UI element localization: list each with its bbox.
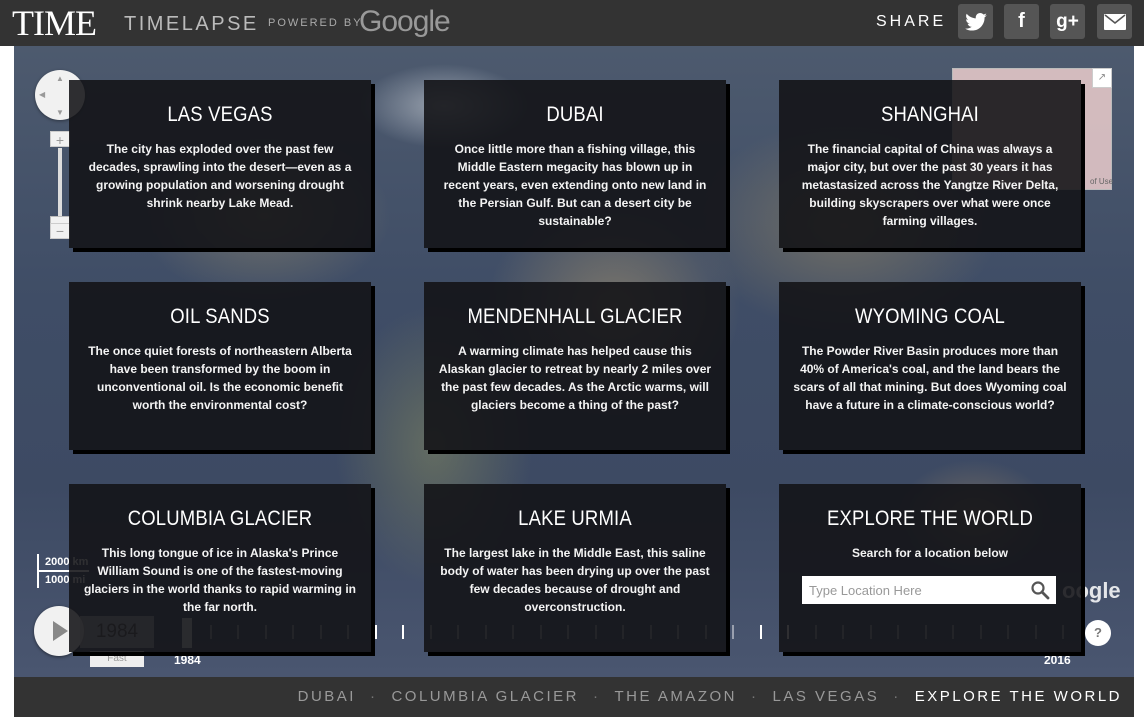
card-description: A warming climate has helped cause this … bbox=[438, 344, 712, 412]
timeline-start-year: 1984 bbox=[174, 653, 201, 667]
card-title: MENDENHALL GLACIER bbox=[467, 305, 683, 328]
facebook-icon: f bbox=[1018, 10, 1025, 32]
card-description: The Powder River Basin produces more tha… bbox=[793, 344, 1067, 412]
twitter-icon bbox=[964, 12, 987, 31]
card-title: OIL SANDS bbox=[170, 305, 270, 328]
zoom-in-button[interactable]: + bbox=[50, 131, 70, 148]
card-description: The once quiet forests of northeastern A… bbox=[88, 344, 352, 412]
card-title: EXPLORE THE WORLD bbox=[827, 507, 1033, 530]
footer-nav-bar: DUBAI · COLUMBIA GLACIER · THE AMAZON · … bbox=[14, 677, 1134, 717]
card-title: SHANGHAI bbox=[881, 103, 979, 126]
timeline-tick bbox=[374, 625, 377, 639]
card-oil-sands[interactable]: OIL SANDS The once quiet forests of nort… bbox=[69, 282, 371, 450]
card-las-vegas[interactable]: LAS VEGAS The city has exploded over the… bbox=[69, 80, 371, 248]
footer-link-columbia-glacier[interactable]: COLUMBIA GLACIER bbox=[391, 688, 579, 705]
card-mendenhall-glacier[interactable]: MENDENHALL GLACIER A warming climate has… bbox=[424, 282, 726, 450]
footer-link-dubai[interactable]: DUBAI bbox=[298, 688, 356, 705]
expand-icon[interactable]: ↗ bbox=[1092, 68, 1112, 88]
twitter-share-button[interactable] bbox=[958, 4, 993, 39]
help-button[interactable]: ? bbox=[1085, 620, 1111, 646]
card-title: LAS VEGAS bbox=[167, 103, 273, 126]
card-wyoming-coal[interactable]: WYOMING COAL The Powder River Basin prod… bbox=[779, 282, 1081, 450]
card-description: The city has exploded over the past few … bbox=[88, 142, 352, 210]
google-plus-icon: g+ bbox=[1056, 10, 1079, 32]
timeline-tick bbox=[402, 625, 404, 639]
footer-link-las-vegas[interactable]: LAS VEGAS bbox=[773, 688, 880, 705]
location-search-input[interactable] bbox=[802, 576, 1024, 604]
footer-link-the-amazon[interactable]: THE AMAZON bbox=[615, 688, 738, 705]
footer-nav: DUBAI · COLUMBIA GLACIER · THE AMAZON · … bbox=[298, 688, 1122, 705]
google-logo: Google bbox=[359, 5, 451, 38]
speed-toggle[interactable]: Fast bbox=[90, 651, 144, 667]
zoom-slider-track[interactable] bbox=[58, 148, 62, 220]
card-title: COLUMBIA GLACIER bbox=[127, 507, 313, 530]
card-title: DUBAI bbox=[546, 103, 604, 126]
timeline-end-year: 2016 bbox=[1044, 653, 1071, 667]
card-title: LAKE URMIA bbox=[518, 507, 632, 530]
time-logo[interactable]: TIME bbox=[12, 3, 97, 43]
footer-separator: · bbox=[593, 688, 601, 705]
card-columbia-glacier[interactable]: COLUMBIA GLACIER This long tongue of ice… bbox=[69, 484, 371, 652]
share-label: SHARE bbox=[876, 13, 947, 30]
timeline-tick bbox=[759, 625, 762, 639]
card-description: This long tongue of ice in Alaska's Prin… bbox=[83, 546, 357, 614]
satellite-map[interactable]: ▲ ▼ ◀ + − of Use ↗ 2000 km 1000 mi oogle… bbox=[14, 46, 1134, 677]
footer-separator: · bbox=[893, 688, 901, 705]
card-lake-urmia[interactable]: LAKE URMIA The largest lake in the Middl… bbox=[424, 484, 726, 652]
terms-of-use-link[interactable]: of Use bbox=[1090, 177, 1113, 186]
card-description: The largest lake in the Middle East, thi… bbox=[440, 546, 710, 614]
location-search bbox=[802, 576, 1056, 604]
footer-separator: · bbox=[751, 688, 759, 705]
email-icon bbox=[1103, 13, 1126, 30]
powered-by-label: POWERED BY bbox=[268, 17, 363, 29]
footer-link-explore-the-world[interactable]: EXPLORE THE WORLD bbox=[915, 688, 1122, 705]
card-description: The financial capital of China was alway… bbox=[801, 142, 1059, 228]
explore-subtitle: Search for a location below bbox=[851, 546, 1009, 560]
header-bar: TIME TIMELAPSE POWERED BY Google SHARE f… bbox=[0, 0, 1144, 46]
card-title: WYOMING COAL bbox=[855, 305, 1005, 328]
zoom-out-button[interactable]: − bbox=[50, 223, 70, 239]
timeline-tick bbox=[732, 625, 734, 639]
card-explore-the-world: EXPLORE THE WORLD Search for a location … bbox=[779, 484, 1081, 652]
email-share-button[interactable] bbox=[1097, 4, 1132, 39]
card-description: Once little more than a fishing village,… bbox=[443, 142, 707, 228]
footer-separator: · bbox=[369, 688, 378, 705]
search-icon[interactable] bbox=[1030, 580, 1050, 600]
facebook-share-button[interactable]: f bbox=[1004, 4, 1039, 39]
card-shanghai[interactable]: SHANGHAI The financial capital of China … bbox=[779, 80, 1081, 248]
timelapse-title: TIMELAPSE bbox=[124, 13, 259, 35]
google-plus-share-button[interactable]: g+ bbox=[1050, 4, 1085, 39]
card-dubai[interactable]: DUBAI Once little more than a fishing vi… bbox=[424, 80, 726, 248]
